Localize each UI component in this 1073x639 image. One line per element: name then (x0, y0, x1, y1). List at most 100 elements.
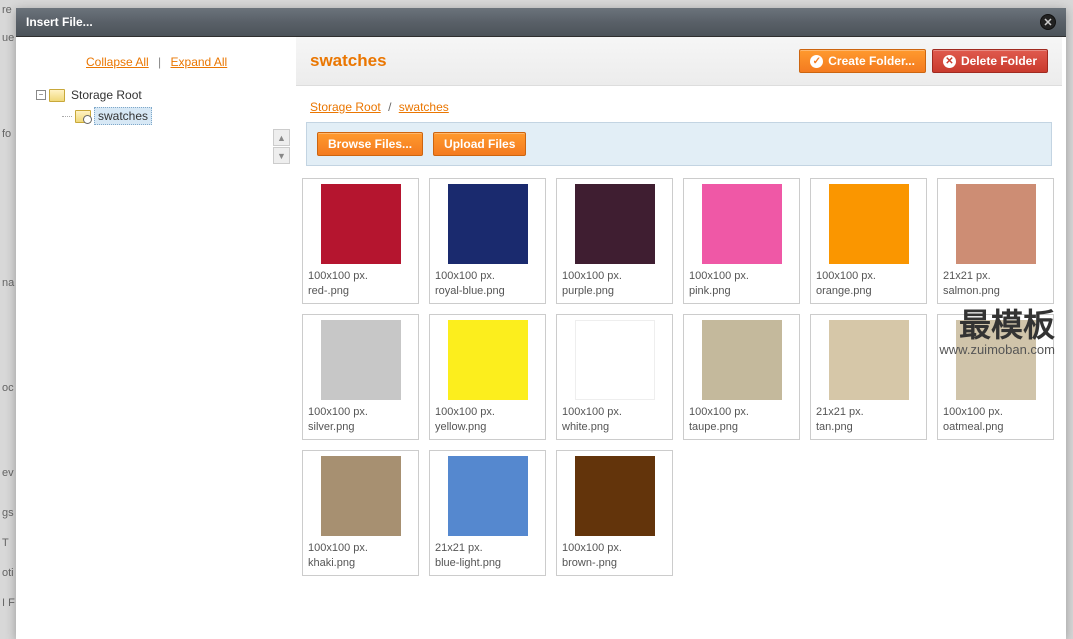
swatch-preview (448, 184, 528, 264)
swatch-preview (575, 320, 655, 400)
tree-child-row[interactable]: swatches (36, 105, 286, 127)
file-name: blue-light.png (435, 557, 540, 569)
swatch-preview (575, 456, 655, 536)
file-name: orange.png (816, 285, 921, 297)
tree-root-row[interactable]: − Storage Root (36, 85, 286, 105)
browse-files-label: Browse Files... (328, 137, 412, 151)
file-thumbnail[interactable]: 100x100 px. taupe.png (683, 314, 800, 440)
file-dimensions: 100x100 px. (562, 542, 667, 554)
file-dimensions: 100x100 px. (816, 270, 921, 282)
file-thumbnail[interactable]: 100x100 px. yellow.png (429, 314, 546, 440)
content-header: swatches ✓ Create Folder... ✕ Delete Fol… (296, 37, 1062, 86)
file-name: white.png (562, 421, 667, 433)
dialog-titlebar: Insert File... ✕ (16, 8, 1066, 37)
breadcrumb-root[interactable]: Storage Root (310, 100, 381, 114)
file-dimensions: 100x100 px. (435, 406, 540, 418)
file-dimensions: 100x100 px. (308, 406, 413, 418)
folder-tree-pane: Collapse All | Expand All − Storage Root… (16, 37, 296, 639)
delete-folder-button[interactable]: ✕ Delete Folder (932, 49, 1048, 73)
scroll-down-button[interactable]: ▼ (273, 147, 290, 164)
file-thumbnail[interactable]: 100x100 px. pink.png (683, 178, 800, 304)
folder-search-icon (75, 110, 91, 123)
separator: | (158, 55, 161, 69)
scroll-up-button[interactable]: ▲ (273, 129, 290, 146)
breadcrumb: Storage Root / swatches (296, 86, 1062, 122)
file-thumbnail[interactable]: 100x100 px. oatmeal.png (937, 314, 1054, 440)
file-name: khaki.png (308, 557, 413, 569)
tree-actions: Collapse All | Expand All (36, 55, 286, 69)
swatch-preview (956, 184, 1036, 264)
collapse-all-link[interactable]: Collapse All (86, 55, 149, 69)
tree-root-label[interactable]: Storage Root (68, 87, 145, 103)
browse-files-button[interactable]: Browse Files... (317, 132, 423, 156)
file-name: pink.png (689, 285, 794, 297)
create-folder-label: Create Folder... (828, 54, 915, 68)
file-dimensions: 100x100 px. (943, 406, 1048, 418)
create-folder-button[interactable]: ✓ Create Folder... (799, 49, 926, 73)
file-thumbnail[interactable]: 100x100 px. khaki.png (302, 450, 419, 576)
file-dimensions: 100x100 px. (562, 406, 667, 418)
swatch-preview (321, 320, 401, 400)
swatch-preview (956, 320, 1036, 400)
file-thumbnail[interactable]: 100x100 px. orange.png (810, 178, 927, 304)
file-dimensions: 21x21 px. (816, 406, 921, 418)
swatch-preview (321, 184, 401, 264)
dialog-body: Collapse All | Expand All − Storage Root… (16, 37, 1066, 639)
file-name: yellow.png (435, 421, 540, 433)
file-thumbnail[interactable]: 21x21 px. salmon.png (937, 178, 1054, 304)
dialog-title: Insert File... (26, 15, 93, 29)
tree-collapse-icon[interactable]: − (36, 90, 46, 100)
swatch-preview (702, 184, 782, 264)
file-dimensions: 100x100 px. (308, 270, 413, 282)
file-dimensions: 100x100 px. (435, 270, 540, 282)
file-grid: 100x100 px. red-.png 100x100 px. royal-blue… (302, 178, 1062, 576)
upload-files-button[interactable]: Upload Files (433, 132, 526, 156)
swatch-preview (321, 456, 401, 536)
swatch-preview (448, 320, 528, 400)
breadcrumb-separator: / (388, 100, 391, 114)
file-dimensions: 100x100 px. (689, 406, 794, 418)
insert-file-dialog: Insert File... ✕ Collapse All | Expand A… (16, 8, 1066, 639)
content-pane: swatches ✓ Create Folder... ✕ Delete Fol… (296, 37, 1066, 639)
tree-child-label[interactable]: swatches (94, 107, 152, 125)
folder-title: swatches (310, 51, 387, 71)
file-name: taupe.png (689, 421, 794, 433)
tree-connector (62, 116, 72, 117)
folder-icon (49, 89, 65, 102)
file-thumbnail[interactable]: 100x100 px. brown-.png (556, 450, 673, 576)
file-dimensions: 21x21 px. (435, 542, 540, 554)
folder-tree: − Storage Root swatches (36, 85, 286, 127)
file-thumbnail[interactable]: 100x100 px. white.png (556, 314, 673, 440)
file-thumbnail[interactable]: 100x100 px. red-.png (302, 178, 419, 304)
tree-scroll: ▲ ▼ (273, 129, 290, 164)
file-name: tan.png (816, 421, 921, 433)
swatch-preview (448, 456, 528, 536)
file-thumbnail[interactable]: 100x100 px. purple.png (556, 178, 673, 304)
file-dimensions: 100x100 px. (689, 270, 794, 282)
file-name: red-.png (308, 285, 413, 297)
file-thumbnail[interactable]: 100x100 px.silver.png (302, 314, 419, 440)
cross-icon: ✕ (943, 55, 956, 68)
close-icon[interactable]: ✕ (1040, 14, 1056, 30)
check-icon: ✓ (810, 55, 823, 68)
file-thumbnail[interactable]: 21x21 px. blue-light.png (429, 450, 546, 576)
swatch-preview (829, 184, 909, 264)
file-name: brown-.png (562, 557, 667, 569)
swatch-preview (702, 320, 782, 400)
file-thumbnail[interactable]: 100x100 px. royal-blue.png (429, 178, 546, 304)
swatch-preview (829, 320, 909, 400)
expand-all-link[interactable]: Expand All (171, 55, 228, 69)
delete-folder-label: Delete Folder (961, 54, 1037, 68)
breadcrumb-current[interactable]: swatches (399, 100, 449, 114)
file-action-bar: Browse Files... Upload Files (306, 122, 1052, 166)
file-dimensions: 100x100 px. (562, 270, 667, 282)
file-dimensions: 21x21 px. (943, 270, 1048, 282)
file-grid-scroll[interactable]: 100x100 px. red-.png 100x100 px. royal-blue… (296, 178, 1062, 639)
swatch-preview (575, 184, 655, 264)
file-thumbnail[interactable]: 21x21 px. tan.png (810, 314, 927, 440)
file-name: oatmeal.png (943, 421, 1048, 433)
file-name: salmon.png (943, 285, 1048, 297)
file-name: purple.png (562, 285, 667, 297)
file-name: royal-blue.png (435, 285, 540, 297)
file-dimensions: 100x100 px. (308, 542, 413, 554)
